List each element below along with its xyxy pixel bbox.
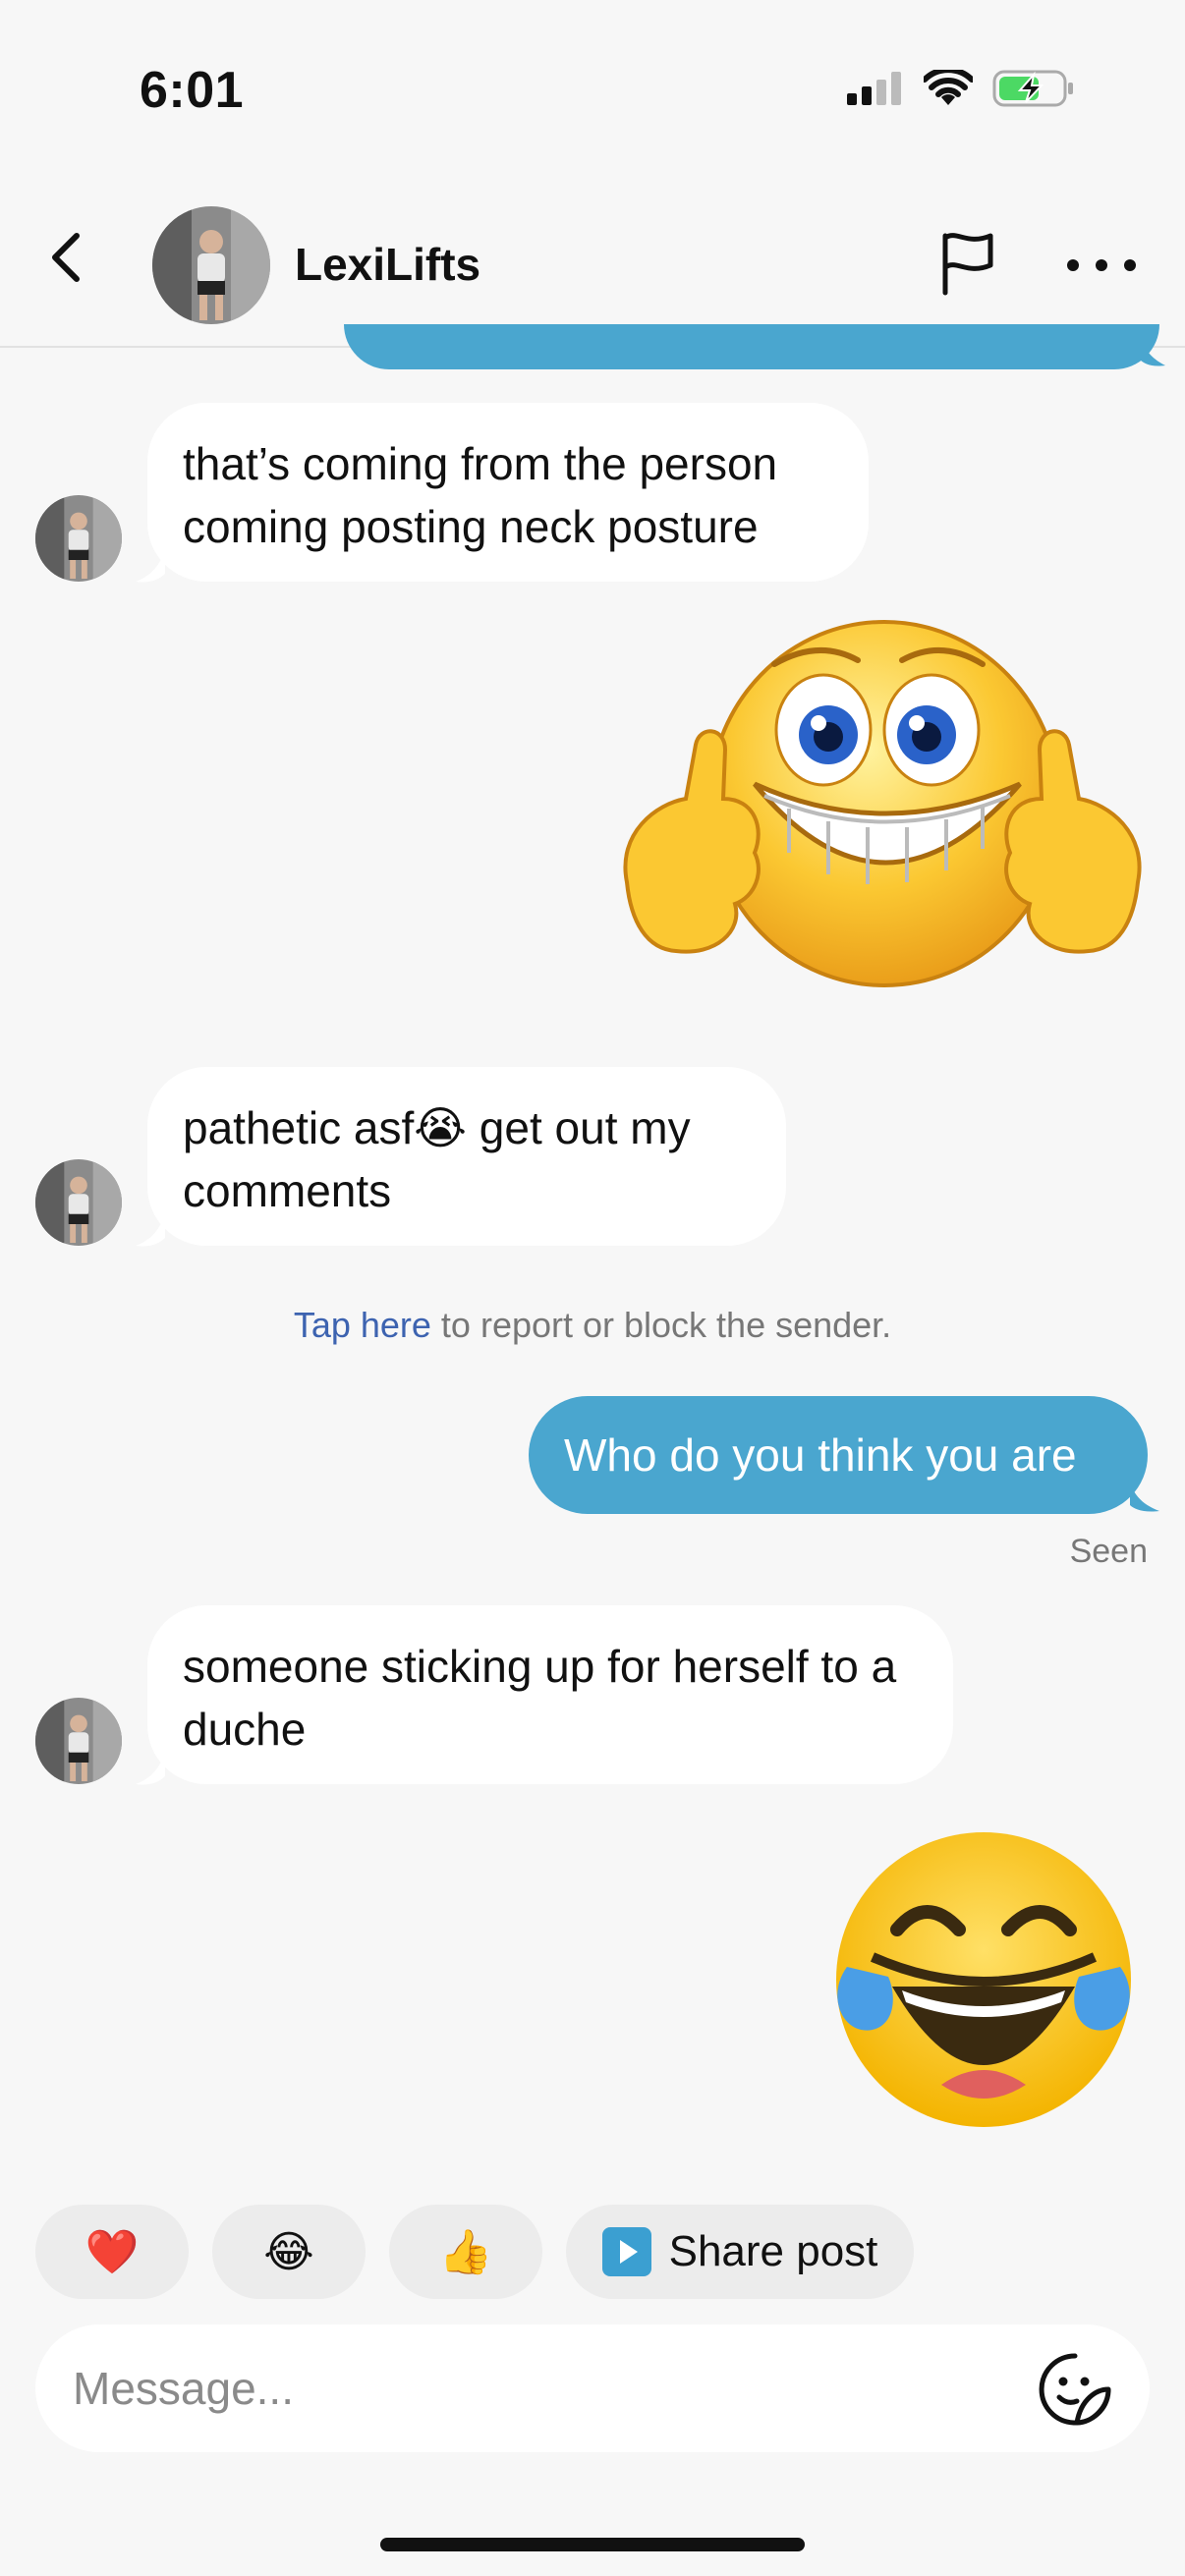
bubble-tail-icon — [1140, 338, 1165, 366]
profile-photo — [35, 1159, 122, 1246]
thumbs-up-icon: 👍 — [438, 2228, 493, 2276]
incoming-message-bubble[interactable]: pathetic asf😭 get out my comments — [147, 1067, 786, 1246]
chevron-left-icon — [52, 233, 80, 282]
incoming-message-bubble[interactable]: someone sticking up for herself to a duc… — [147, 1605, 953, 1784]
chat-header: LexiLifts — [0, 167, 1185, 348]
message-composer — [35, 2324, 1150, 2452]
sender-avatar[interactable] — [35, 495, 122, 582]
status-icons — [845, 69, 1075, 108]
back-button[interactable] — [35, 226, 98, 289]
loudly-crying-emoji: 😭 — [414, 1102, 468, 1153]
outgoing-message-bubble[interactable]: Who do you think you are — [529, 1396, 1148, 1514]
message-text: Who do you think you are — [564, 1429, 1077, 1481]
quick-reaction-laugh[interactable]: 😂 — [212, 2205, 366, 2299]
share-post-label: Share post — [668, 2227, 878, 2275]
avatar[interactable] — [152, 206, 270, 324]
sticker-button[interactable] — [1038, 2352, 1112, 2427]
tears-of-joy-icon: 😂 — [263, 2227, 314, 2276]
play-icon — [601, 2227, 651, 2276]
message-text: that’s coming from the person coming pos… — [183, 438, 778, 552]
status-time: 6:01 — [140, 62, 245, 119]
sticker-smiley-icon — [1039, 2353, 1111, 2426]
wifi-icon — [924, 70, 973, 105]
profile-photo — [152, 206, 270, 324]
message-text: pathetic asf — [183, 1102, 415, 1153]
battery-charging-icon — [992, 70, 1073, 107]
incoming-message-bubble[interactable]: that’s coming from the person coming pos… — [147, 403, 869, 582]
cellular-signal-icon — [847, 72, 901, 105]
sticker-message[interactable] — [833, 1829, 1134, 2130]
bubble-tail-icon — [1130, 1484, 1159, 1512]
report-block-link[interactable]: Tap here — [294, 1305, 431, 1345]
outgoing-message-bubble-partial[interactable] — [344, 324, 1159, 369]
sender-avatar[interactable] — [35, 1159, 122, 1246]
quick-reaction-heart[interactable]: ❤️ — [35, 2205, 189, 2299]
more-options-button[interactable] — [1067, 246, 1136, 285]
sender-avatar[interactable] — [35, 1698, 122, 1784]
quick-reaction-thumbs-up[interactable]: 👍 — [389, 2205, 542, 2299]
seen-receipt: Seen — [1069, 1533, 1148, 1570]
profile-photo — [35, 495, 122, 582]
dot-icon — [1124, 259, 1136, 271]
profile-photo — [35, 1698, 122, 1784]
tears-of-joy-emoji — [836, 1832, 1131, 2127]
report-block-text: to report or block the sender. — [430, 1305, 892, 1345]
message-text: someone sticking up for herself to a duc… — [183, 1641, 897, 1755]
dot-icon — [1096, 259, 1107, 271]
dot-icon — [1067, 259, 1079, 271]
share-post-button[interactable]: Share post — [566, 2205, 914, 2299]
report-flag-button[interactable] — [933, 228, 1002, 297]
sticker-message[interactable] — [617, 617, 1148, 1000]
red-heart-icon: ❤️ — [85, 2228, 140, 2276]
report-block-note: Tap here to report or block the sender. — [0, 1305, 1185, 1346]
message-input[interactable] — [73, 2324, 996, 2452]
home-indicator[interactable] — [380, 2538, 805, 2551]
thumbs-up-grin-emoji — [623, 620, 1142, 987]
contact-name[interactable]: LexiLifts — [295, 238, 480, 291]
flag-icon — [942, 233, 993, 296]
